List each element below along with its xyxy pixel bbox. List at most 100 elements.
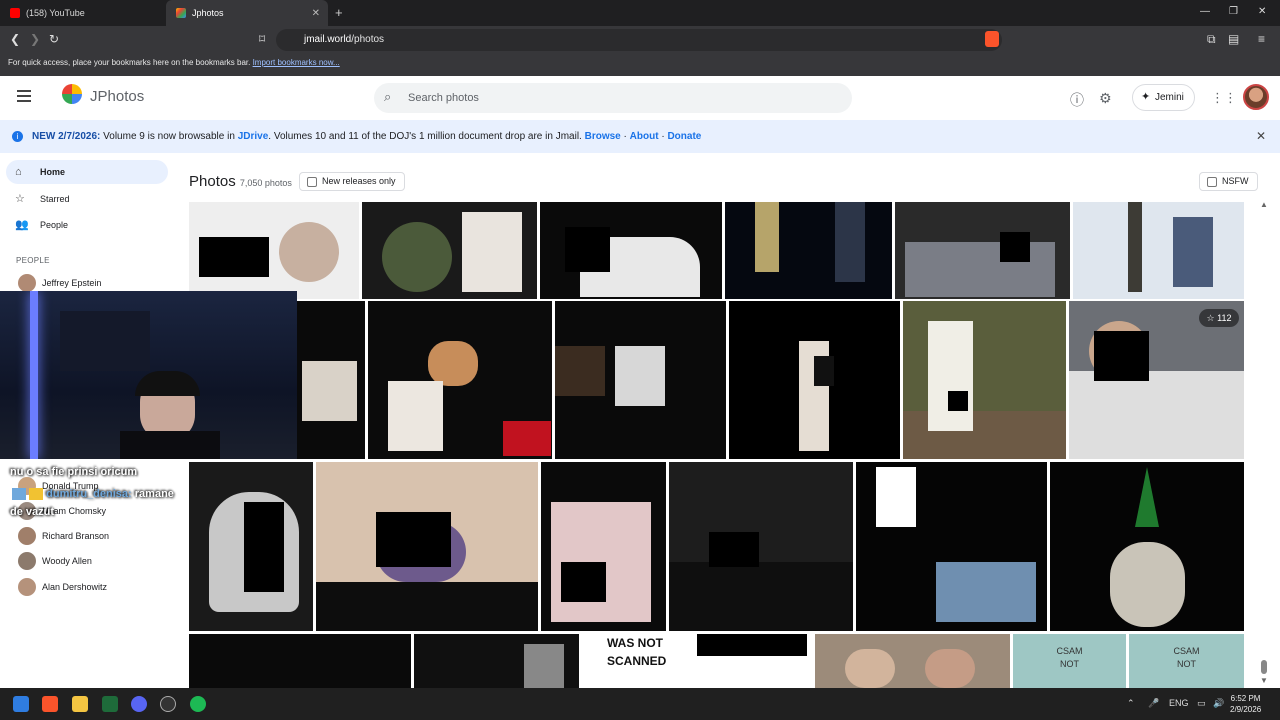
- photo-tile[interactable]: ☆ 112: [1069, 301, 1244, 459]
- info-icon: i: [12, 131, 23, 142]
- bookmark-icon[interactable]: ⌑: [259, 32, 265, 46]
- brave-browser-icon[interactable]: [42, 696, 58, 712]
- person-alan-dershowitz[interactable]: Alan Dershowitz: [18, 577, 107, 597]
- extensions-icon[interactable]: ⧉: [1207, 32, 1216, 47]
- main-menu-icon[interactable]: [17, 90, 31, 105]
- jemini-button[interactable]: ✦ Jemini: [1132, 84, 1195, 111]
- close-tab-icon[interactable]: ✕: [312, 8, 320, 19]
- person-jeffrey-epstein[interactable]: Jeffrey Epstein: [18, 273, 101, 293]
- nsfw-checkbox[interactable]: NSFW: [1199, 172, 1258, 191]
- scroll-up-icon[interactable]: ▲: [1260, 200, 1268, 209]
- photo-tile[interactable]: [297, 301, 365, 459]
- emote-icon: [12, 488, 26, 501]
- photo-tile[interactable]: [815, 634, 1010, 688]
- photo-tile[interactable]: CSAM NOT: [1129, 634, 1244, 688]
- discord-icon[interactable]: [131, 696, 147, 712]
- photo-tile[interactable]: CSAM NOT: [1013, 634, 1126, 688]
- photo-tile[interactable]: [856, 462, 1047, 631]
- photo-tile[interactable]: [189, 202, 359, 299]
- forward-icon[interactable]: ❯: [30, 32, 40, 46]
- person-avatar: [18, 552, 36, 570]
- photo-tile[interactable]: [669, 462, 853, 631]
- photo-tile[interactable]: [541, 462, 666, 631]
- scroll-down-icon[interactable]: ▼: [1260, 676, 1268, 685]
- sidebar-item-starred[interactable]: ☆ Starred: [6, 187, 168, 211]
- help-icon[interactable]: ⓘ: [1070, 90, 1084, 110]
- app-name: JPhotos: [90, 88, 145, 105]
- photo-tile[interactable]: [1073, 202, 1244, 299]
- spotify-icon[interactable]: [190, 696, 206, 712]
- settings-gear-icon[interactable]: ⚙: [1099, 90, 1112, 107]
- star-count: 112: [1217, 313, 1232, 323]
- sidebar-item-people[interactable]: 👥 People: [6, 213, 168, 237]
- photo-tile[interactable]: [903, 301, 1066, 459]
- nsfw-label: NSFW: [1222, 176, 1249, 186]
- banner-text-a: Volume 9 is now browsable in: [103, 131, 235, 142]
- clock-time: 6:52 PM: [1230, 694, 1261, 703]
- jdrive-link[interactable]: JDrive: [238, 131, 269, 142]
- photo-tile[interactable]: WAS NOT SCANNED: [582, 634, 812, 688]
- language-indicator[interactable]: ENG: [1169, 698, 1189, 708]
- photo-tile[interactable]: [368, 301, 552, 459]
- photo-tile[interactable]: [895, 202, 1070, 299]
- photo-tile[interactable]: [414, 634, 579, 688]
- person-avatar: [18, 578, 36, 596]
- network-icon[interactable]: ▭: [1197, 698, 1206, 709]
- search-photos-input[interactable]: ⌕ Search photos: [374, 83, 852, 113]
- photo-tile[interactable]: [555, 301, 726, 459]
- browser-menu-icon[interactable]: ≡: [1258, 32, 1265, 46]
- restore-icon[interactable]: ❐: [1229, 6, 1238, 17]
- person-richard-branson[interactable]: Richard Branson: [18, 526, 109, 546]
- tab-label: Jphotos: [192, 8, 224, 18]
- page-scrollbar[interactable]: ▲ ▼: [1258, 200, 1272, 688]
- person-name: Richard Branson: [42, 531, 110, 541]
- scroll-thumb[interactable]: [1261, 660, 1267, 674]
- about-link[interactable]: About: [630, 131, 659, 142]
- microphone-icon[interactable]: 🎤: [1148, 698, 1159, 709]
- announcement-banner: i NEW 2/7/2026: Volume 9 is now browsabl…: [0, 120, 1280, 153]
- reload-icon[interactable]: ↻: [49, 32, 59, 46]
- account-avatar[interactable]: [1243, 84, 1269, 110]
- url-host: jmail.world: [304, 34, 352, 45]
- obs-icon[interactable]: [160, 696, 176, 712]
- app-header: JPhotos ⌕ Search photos ⓘ ⚙ ✦ Jemini ⋮⋮: [0, 76, 1280, 120]
- tab-jphotos[interactable]: Jphotos ✕: [166, 0, 328, 26]
- new-tab-icon[interactable]: +: [335, 5, 343, 20]
- minimize-icon[interactable]: —: [1200, 6, 1210, 17]
- donate-link[interactable]: Donate: [667, 131, 701, 142]
- tab-youtube[interactable]: (158) YouTube: [0, 0, 166, 26]
- photo-tile[interactable]: [729, 301, 900, 459]
- browser-tab-bar: (158) YouTube Jphotos ✕ + — ❐ ✕: [0, 0, 1280, 26]
- photo-tile[interactable]: [362, 202, 537, 299]
- photo-tile[interactable]: [189, 634, 411, 688]
- browse-link[interactable]: Browse: [585, 131, 621, 142]
- tray-chevron-icon[interactable]: ⌃: [1127, 698, 1135, 709]
- photo-tile[interactable]: [1050, 462, 1244, 631]
- start-icon[interactable]: [13, 696, 29, 712]
- system-clock[interactable]: 6:52 PM 2/9/2026: [1230, 693, 1261, 715]
- photo-tile[interactable]: [189, 462, 313, 631]
- csam-text-b: NOT: [1060, 659, 1079, 669]
- sidebar-item-home[interactable]: ⌂ Home: [6, 160, 168, 184]
- close-banner-icon[interactable]: ✕: [1256, 120, 1266, 153]
- close-window-icon[interactable]: ✕: [1258, 6, 1266, 17]
- person-woody-allen[interactable]: Woody Allen: [18, 551, 92, 571]
- excel-icon[interactable]: [102, 696, 118, 712]
- new-releases-checkbox[interactable]: New releases only: [299, 172, 405, 191]
- tab-label: (158) YouTube: [26, 8, 85, 18]
- person-avatar: [18, 527, 36, 545]
- import-bookmarks-link[interactable]: Import bookmarks now...: [253, 58, 340, 67]
- windows-taskbar: ⌃ 🎤 ENG ▭ 🔊 6:52 PM 2/9/2026: [0, 688, 1280, 720]
- address-bar[interactable]: jmail.world/photos: [276, 29, 1002, 51]
- brave-shield-icon[interactable]: [985, 31, 999, 47]
- back-icon[interactable]: ❮: [10, 32, 20, 46]
- volume-icon[interactable]: 🔊: [1213, 698, 1224, 709]
- photo-tile[interactable]: [725, 202, 892, 299]
- sidebar-icon[interactable]: ▤: [1228, 32, 1239, 46]
- photo-tile[interactable]: [316, 462, 538, 631]
- apps-grid-icon[interactable]: ⋮⋮: [1211, 90, 1237, 106]
- jphotos-logo: [62, 84, 82, 104]
- file-explorer-icon[interactable]: [72, 696, 88, 712]
- photo-tile[interactable]: [540, 202, 722, 299]
- url-path: /photos: [351, 34, 385, 45]
